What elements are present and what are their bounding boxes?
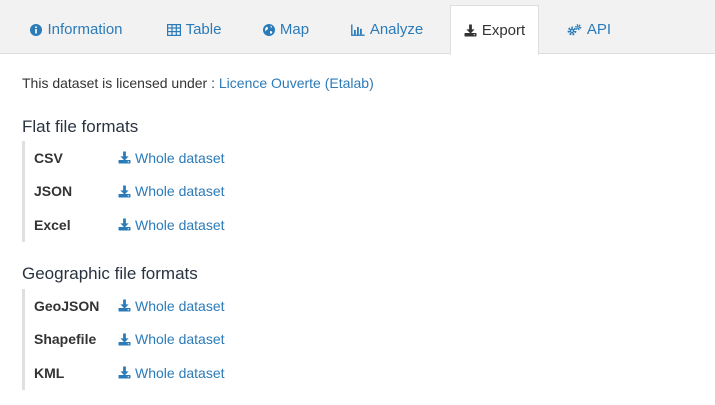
license-line: This dataset is licensed under : Licence… [22,75,374,91]
format-label: GeoJSON [34,297,100,314]
tab-analyze-label: Analyze [369,21,424,38]
format-row-kml: KML Whole dataset [25,356,425,390]
tab-api[interactable]: API [556,5,622,54]
tab-table-label: Table [185,21,222,38]
format-label: JSON [34,183,73,200]
download-link-label: Whole dataset [135,364,225,381]
geographic-formats-list: GeoJSON Whole dataset Shapefile Whole da… [22,289,425,390]
format-label: Excel [34,216,71,233]
tab-export[interactable]: Export [450,5,539,55]
download-link-excel[interactable]: Whole dataset [118,217,225,233]
download-icon [118,333,131,346]
download-link-geojson[interactable]: Whole dataset [118,298,225,314]
format-label: Shapefile [34,331,97,348]
tab-api-label: API [586,21,612,38]
globe-icon [262,23,275,36]
table-icon [166,23,181,36]
format-label: KML [34,364,65,381]
download-link-label: Whole dataset [135,331,225,348]
tab-bar: Information Table Map Analyze Export API [0,0,715,55]
license-prefix: This dataset is licensed under : [22,75,219,91]
format-row-csv: CSV Whole dataset [25,141,425,175]
info-circle-icon [30,23,43,36]
download-icon [118,151,131,164]
format-row-geojson: GeoJSON Whole dataset [25,289,425,323]
format-row-shapefile: Shapefile Whole dataset [25,323,425,357]
download-link-label: Whole dataset [135,216,225,233]
format-label: CSV [34,149,63,166]
geographic-formats-title: Geographic file formats [22,264,198,283]
cogs-icon [567,23,582,36]
download-icon [118,218,131,231]
tab-table[interactable]: Table [154,5,234,54]
export-panel: This dataset is licensed under : Licence… [0,54,715,405]
tab-information-label: Information [47,21,123,38]
bar-chart-icon [350,24,365,36]
download-icon [118,185,131,198]
tab-analyze[interactable]: Analyze [338,5,436,54]
download-link-shapefile[interactable]: Whole dataset [118,331,225,347]
download-icon [464,24,477,37]
tab-map-label: Map [279,21,310,38]
tab-export-label: Export [481,22,526,39]
download-link-kml[interactable]: Whole dataset [118,365,225,381]
format-row-json: JSON Whole dataset [25,175,425,209]
flat-formats-list: CSV Whole dataset JSON Whole dataset Exc… [22,141,425,242]
download-icon [118,366,131,379]
download-link-label: Whole dataset [135,183,225,200]
download-link-label: Whole dataset [135,149,225,166]
download-link-csv[interactable]: Whole dataset [118,150,225,166]
tab-information[interactable]: Information [14,5,139,54]
tab-map[interactable]: Map [250,5,322,54]
download-icon [118,299,131,312]
flat-formats-title: Flat file formats [22,117,139,136]
download-link-label: Whole dataset [135,297,225,314]
license-link[interactable]: Licence Ouverte (Etalab) [219,75,374,91]
format-row-excel: Excel Whole dataset [25,208,425,242]
download-link-json[interactable]: Whole dataset [118,183,225,199]
